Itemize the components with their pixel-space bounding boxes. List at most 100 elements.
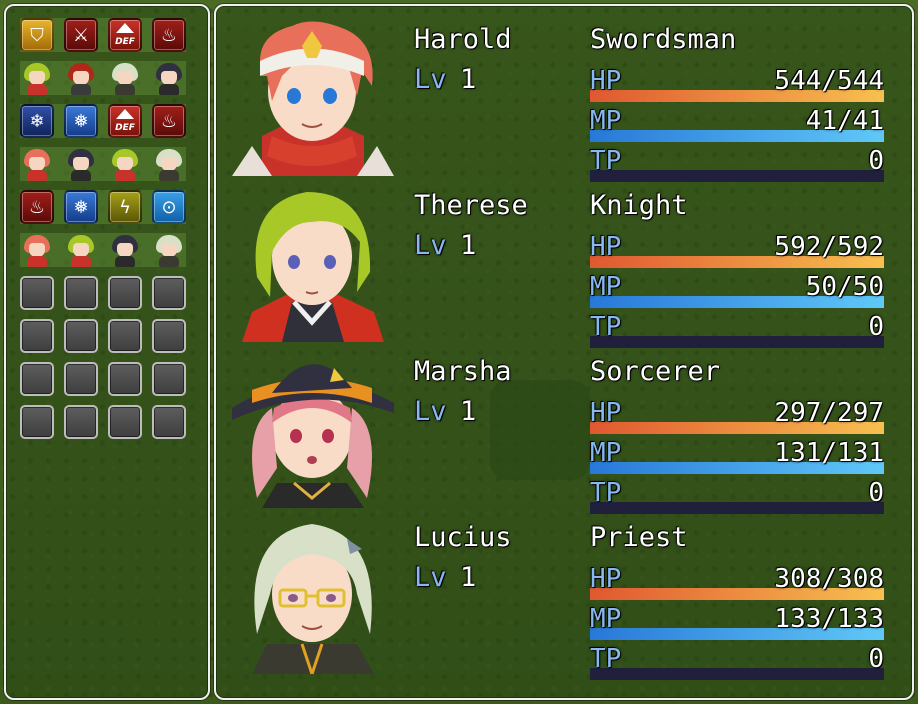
- mp-label: MP: [590, 106, 622, 136]
- lightning-icon[interactable]: ϟ: [108, 190, 142, 224]
- therese-face[interactable]: [108, 147, 142, 181]
- mp-gauge: MP 41/41: [590, 106, 884, 146]
- icon-grid-row: [20, 362, 186, 396]
- empty-slot[interactable]: [108, 362, 142, 396]
- empty-slot[interactable]: [20, 276, 54, 310]
- water-drop-icon[interactable]: ⊙: [152, 190, 186, 224]
- actor-row-harold[interactable]: Harold Lv 1 Swordsman HP 544/544 MP 41/4…: [214, 4, 914, 182]
- fire-icon[interactable]: ♨: [20, 190, 54, 224]
- level-label: Lv: [414, 396, 447, 427]
- actor-class: Knight: [590, 190, 688, 221]
- harold-face[interactable]: [20, 233, 54, 267]
- actor-class: Sorcerer: [590, 356, 721, 387]
- empty-slot[interactable]: [64, 319, 98, 353]
- sword-break-icon[interactable]: ⚔: [64, 18, 98, 52]
- mp-value: 131/131: [774, 438, 884, 468]
- hp-gauge: HP 308/308: [590, 564, 884, 604]
- level-label: Lv: [414, 230, 447, 261]
- lucius-face[interactable]: [108, 61, 142, 95]
- empty-slot[interactable]: [64, 405, 98, 439]
- icon-grid-row: ❄ ❅ DEF ♨: [20, 104, 186, 138]
- level-value: 1: [460, 562, 477, 593]
- mp-gauge: MP 50/50: [590, 272, 884, 312]
- fire-icon[interactable]: ♨: [152, 104, 186, 138]
- empty-slot[interactable]: [108, 405, 142, 439]
- icon-grid-row: [20, 276, 186, 310]
- level-label: Lv: [414, 562, 447, 593]
- empty-slot[interactable]: [108, 319, 142, 353]
- def-label: DEF: [115, 37, 135, 47]
- hp-label: HP: [590, 398, 622, 428]
- therese-portrait: [232, 182, 394, 342]
- actor-class: Priest: [590, 522, 688, 553]
- mp-value: 50/50: [805, 272, 884, 302]
- hp-value: 544/544: [774, 66, 884, 96]
- empty-slot[interactable]: [64, 362, 98, 396]
- therese-face[interactable]: [64, 233, 98, 267]
- mp-value: 133/133: [774, 604, 884, 634]
- actor-row-marsha[interactable]: Marsha Lv 1 Sorcerer HP 297/297 MP 131/1…: [214, 336, 914, 514]
- snowflake-icon[interactable]: ❅: [64, 104, 98, 138]
- hp-label: HP: [590, 66, 622, 96]
- shield-icon[interactable]: ⛉: [20, 18, 54, 52]
- marsha-portrait: [232, 348, 394, 508]
- red-haired-boy-face[interactable]: [64, 61, 98, 95]
- level-value: 1: [460, 64, 477, 95]
- tp-gauge: TP 0: [590, 644, 884, 684]
- snowflake-icon[interactable]: ❅: [64, 190, 98, 224]
- empty-slot[interactable]: [20, 362, 54, 396]
- harold-portrait: [232, 16, 394, 176]
- mp-label: MP: [590, 272, 622, 302]
- mp-label: MP: [590, 604, 622, 634]
- hp-label: HP: [590, 232, 622, 262]
- empty-slot[interactable]: [20, 319, 54, 353]
- icon-grid-row: [20, 405, 186, 439]
- hp-value: 592/592: [774, 232, 884, 262]
- empty-slot[interactable]: [20, 405, 54, 439]
- therese-face[interactable]: [20, 61, 54, 95]
- lucius-face[interactable]: [152, 147, 186, 181]
- tp-label: TP: [590, 644, 622, 674]
- actor-name: Marsha: [414, 356, 512, 387]
- mp-gauge: MP 131/131: [590, 438, 884, 478]
- empty-slot[interactable]: [152, 319, 186, 353]
- empty-slot[interactable]: [152, 405, 186, 439]
- fire-icon[interactable]: ♨: [152, 18, 186, 52]
- actor-row-therese[interactable]: Therese Lv 1 Knight HP 592/592 MP 50/50 …: [214, 170, 914, 348]
- actor-name: Lucius: [414, 522, 512, 553]
- empty-slot[interactable]: [108, 276, 142, 310]
- ice-shard-icon[interactable]: ❄: [20, 104, 54, 138]
- icon-grid-row: ⛉ ⚔ DEF ♨: [20, 18, 186, 52]
- empty-slot[interactable]: [64, 276, 98, 310]
- mp-label: MP: [590, 438, 622, 468]
- icon-grid-row: [20, 61, 186, 95]
- hp-gauge: HP 592/592: [590, 232, 884, 272]
- icon-grid-row: [20, 233, 186, 267]
- level-value: 1: [460, 396, 477, 427]
- def-up-icon[interactable]: DEF: [108, 104, 142, 138]
- level-value: 1: [460, 230, 477, 261]
- harold-face[interactable]: [20, 147, 54, 181]
- lucius-face[interactable]: [152, 233, 186, 267]
- actor-name: Harold: [414, 24, 512, 55]
- icon-grid-row: [20, 147, 186, 181]
- actor-name: Therese: [414, 190, 528, 221]
- empty-slot[interactable]: [152, 276, 186, 310]
- marsha-face[interactable]: [152, 61, 186, 95]
- hp-value: 297/297: [774, 398, 884, 428]
- hp-gauge: HP 544/544: [590, 66, 884, 106]
- mp-gauge: MP 133/133: [590, 604, 884, 644]
- empty-slot[interactable]: [152, 362, 186, 396]
- actor-row-lucius[interactable]: Lucius Lv 1 Priest HP 308/308 MP 133/133…: [214, 502, 914, 680]
- hp-label: HP: [590, 564, 622, 594]
- level-label: Lv: [414, 64, 447, 95]
- icon-grid-row: ♨ ❅ ϟ ⊙: [20, 190, 186, 224]
- lucius-portrait: [232, 514, 394, 674]
- marsha-face[interactable]: [64, 147, 98, 181]
- tp-value: 0: [868, 644, 884, 674]
- hp-value: 308/308: [774, 564, 884, 594]
- marsha-face[interactable]: [108, 233, 142, 267]
- mp-value: 41/41: [805, 106, 884, 136]
- def-label: DEF: [115, 123, 135, 133]
- def-up-icon[interactable]: DEF: [108, 18, 142, 52]
